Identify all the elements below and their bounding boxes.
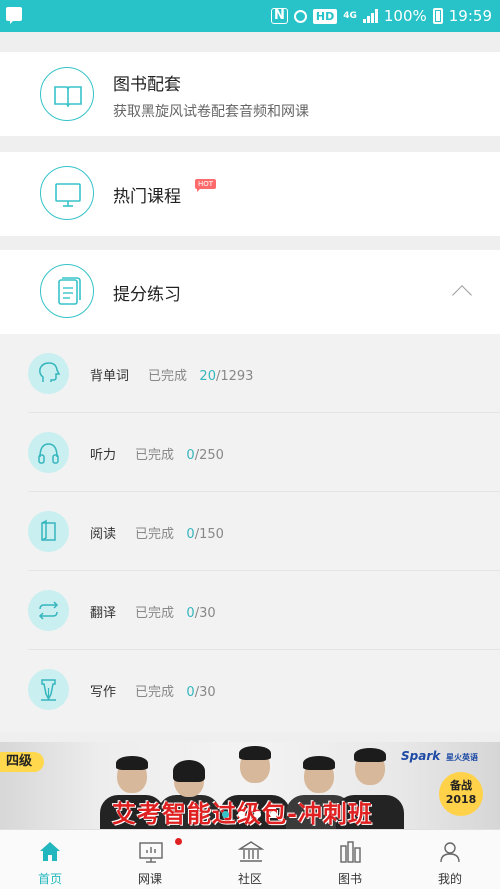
tab-label: 网课 <box>137 872 162 886</box>
banner-level-tag: 四级 <box>0 752 44 772</box>
carousel-dot[interactable] <box>254 811 261 818</box>
banner-brand-logo: Spark <box>401 749 441 763</box>
practice-item-listening[interactable]: 听力 已完成 0/250 <box>28 413 500 492</box>
signal-icon <box>362 9 378 23</box>
book-open-icon <box>28 511 69 552</box>
practice-item-reading[interactable]: 阅读 已完成 0/150 <box>28 492 500 571</box>
hot-courses-card[interactable]: 热门课程 HOT <box>0 152 500 236</box>
carousel-dot[interactable] <box>238 811 245 818</box>
message-notification-icon <box>6 7 22 24</box>
tab-label: 图书 <box>337 872 362 886</box>
bottom-tab-bar: 首页 网课 社区 图书 我的 <box>0 829 500 889</box>
practice-list: 背单词 已完成 20/1293 听力 已完成 0/250 阅读 已完成 0/15… <box>0 334 500 732</box>
practice-item-vocabulary[interactable]: 背单词 已完成 20/1293 <box>28 334 500 413</box>
practice-item-label: 听力 <box>90 448 117 463</box>
banner-year-badge: 备战 2018 <box>439 772 483 816</box>
status-bar-indicators: N HD 4G 100% 19:59 <box>270 6 492 26</box>
book-resources-subtitle: 获取黑旋风试卷配套音频和网课 <box>113 104 309 120</box>
screen-icon <box>139 842 163 863</box>
alarm-icon <box>293 9 307 23</box>
tab-books[interactable]: 图书 <box>300 830 400 889</box>
community-icon <box>238 841 264 862</box>
book-resources-card[interactable]: 图书配套 获取黑旋风试卷配套音频和网课 <box>0 52 500 136</box>
monitor-icon <box>40 166 94 220</box>
tab-community[interactable]: 社区 <box>200 830 300 889</box>
hot-courses-title: 热门课程 <box>113 187 181 207</box>
practice-item-label: 背单词 <box>90 369 130 384</box>
practice-item-status: 已完成 0/250 <box>135 448 224 463</box>
battery-icon <box>432 8 443 24</box>
battery-percent: 100% <box>383 7 427 25</box>
carousel-indicator <box>222 811 277 818</box>
carousel-dot[interactable] <box>222 811 229 818</box>
hd-voice-icon: HD <box>312 8 338 24</box>
book-resources-title: 图书配套 <box>113 75 181 95</box>
practice-item-label: 翻译 <box>90 606 117 621</box>
tab-label: 社区 <box>237 872 262 886</box>
hot-badge: HOT <box>195 179 217 192</box>
tab-home[interactable]: 首页 <box>0 830 100 889</box>
clock: 19:59 <box>448 7 492 25</box>
head-icon <box>28 353 69 394</box>
practice-item-status: 已完成 0/150 <box>135 527 224 542</box>
notification-dot <box>175 838 182 845</box>
headphones-icon <box>28 432 69 473</box>
swap-icon <box>28 590 69 631</box>
carousel-dot[interactable] <box>270 811 277 818</box>
practice-item-status: 已完成 20/1293 <box>148 369 254 384</box>
practice-item-label: 写作 <box>90 685 117 700</box>
tab-label: 首页 <box>37 872 62 886</box>
nfc-icon: N <box>270 8 288 24</box>
chevron-up-icon[interactable] <box>452 285 472 305</box>
document-icon <box>40 264 94 318</box>
tab-online-courses[interactable]: 网课 <box>100 830 200 889</box>
user-icon <box>440 842 460 863</box>
home-icon <box>40 842 60 861</box>
practice-item-translation[interactable]: 翻译 已完成 0/30 <box>28 571 500 650</box>
network-type: 4G <box>343 10 357 21</box>
pen-nib-icon <box>28 669 69 710</box>
tab-label: 我的 <box>437 872 462 886</box>
tab-profile[interactable]: 我的 <box>400 830 500 889</box>
practice-title: 提分练习 <box>113 285 181 305</box>
practice-item-writing[interactable]: 写作 已完成 0/30 <box>28 650 500 729</box>
practice-item-status: 已完成 0/30 <box>135 685 216 700</box>
status-bar: N HD 4G 100% 19:59 <box>0 0 500 32</box>
book-icon <box>40 67 94 121</box>
bookshelf-icon <box>340 841 361 863</box>
practice-item-status: 已完成 0/30 <box>135 606 216 621</box>
practice-card-header[interactable]: 提分练习 <box>0 250 500 334</box>
banner-brand-subtitle: 星火英语 <box>446 753 478 762</box>
practice-item-label: 阅读 <box>90 527 117 542</box>
